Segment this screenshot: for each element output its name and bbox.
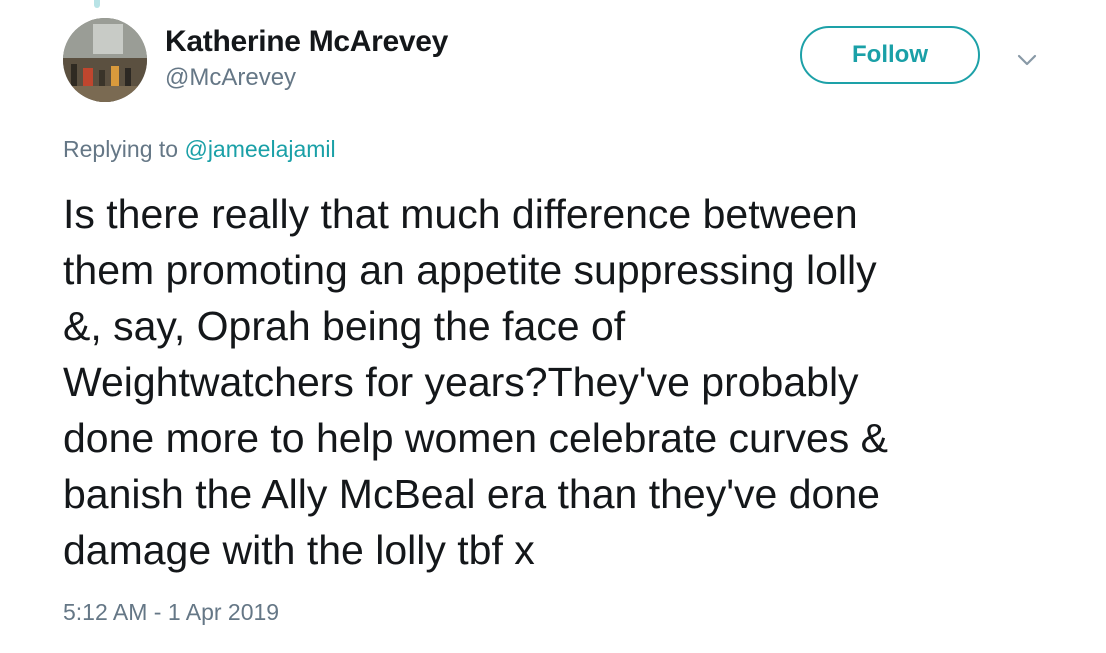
- author-handle[interactable]: @McArevey: [165, 64, 296, 92]
- reply-mention-link[interactable]: @jameelajamil: [184, 136, 335, 162]
- thread-connector: [94, 0, 100, 8]
- avatar[interactable]: [63, 18, 147, 102]
- author-display-name[interactable]: Katherine McArevey: [165, 25, 448, 59]
- chevron-down-icon[interactable]: [1014, 50, 1040, 70]
- tweet-timestamp[interactable]: 5:12 AM - 1 Apr 2019: [63, 599, 279, 626]
- avatar-photo: [63, 18, 147, 102]
- tweet-card: Katherine McArevey @McArevey Follow Repl…: [0, 0, 1106, 653]
- replying-to-line: Replying to @jameelajamil: [63, 136, 336, 163]
- tweet-text: Is there really that much difference bet…: [63, 191, 889, 573]
- follow-button[interactable]: Follow: [800, 26, 980, 84]
- replying-to-label: Replying to: [63, 136, 185, 162]
